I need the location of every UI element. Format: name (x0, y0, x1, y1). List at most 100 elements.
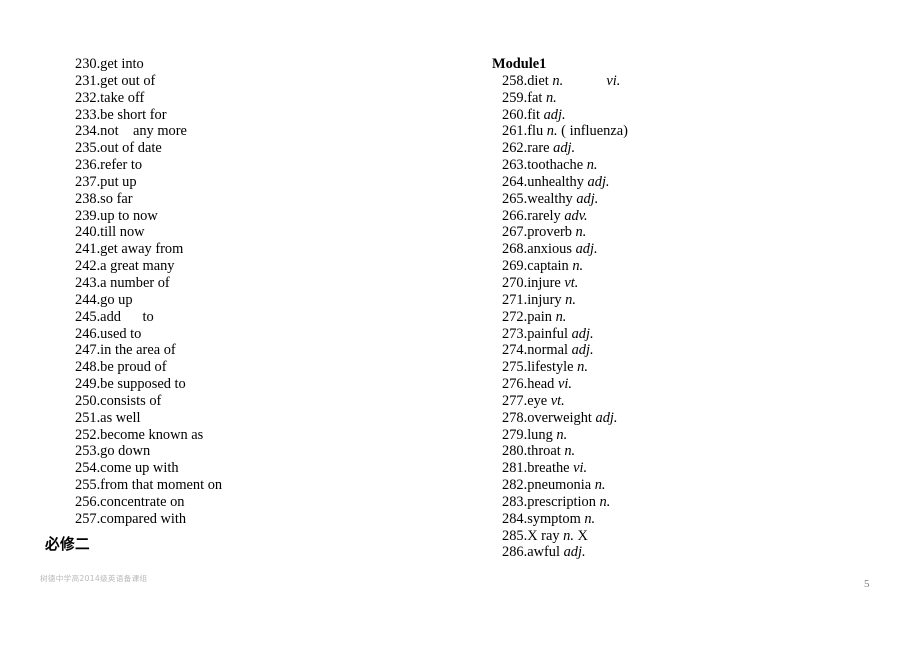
word-text: captain (527, 258, 573, 275)
word-text: diet (527, 72, 553, 89)
word-number: 282. (502, 477, 528, 494)
word-number: 270. (502, 274, 528, 291)
part-of-speech: n. (552, 72, 564, 89)
word-item: 280.throat n. (490, 443, 890, 460)
word-item: 263.toothache n. (490, 157, 890, 174)
part-of-speech: n. (563, 527, 574, 544)
word-number: 267. (502, 224, 528, 241)
word-number: 266. (502, 207, 528, 224)
word-extra: X (573, 527, 588, 544)
phrase-item: 233.be short for (75, 106, 167, 123)
word-number: 278. (502, 409, 528, 426)
word-number: 281. (502, 460, 528, 477)
part-of-speech: n. (556, 426, 568, 443)
phrase-item: 245.add to (75, 308, 154, 325)
word-number: 264. (502, 173, 528, 190)
part-of-speech: n. (577, 359, 588, 376)
document-page: 230.get into 231.get out of 232.take off 23… (0, 0, 920, 651)
phrase-item: 234.not any more (75, 123, 187, 140)
word-item: 260.fit adj. (490, 107, 890, 124)
word-number: 284. (502, 510, 528, 527)
part-of-speech: vt. (550, 392, 565, 409)
phrase-item: 256.concentrate on (75, 493, 185, 510)
phrase-item: 254.come up with (75, 460, 179, 477)
word-number: 283. (502, 493, 528, 510)
part-of-speech: n. (545, 89, 557, 106)
word-item: 270.injure vt. (490, 275, 890, 292)
word-item: 284.symptom n. (490, 511, 890, 528)
word-text: injury (527, 291, 566, 308)
word-text: head (527, 376, 558, 393)
word-text: injure (527, 274, 565, 291)
phrase-item: 257.compared with (75, 510, 187, 527)
part-of-speech: n. (586, 157, 598, 174)
word-text: overweight (527, 409, 596, 426)
word-extra (563, 73, 606, 89)
part-of-speech: vi. (573, 460, 588, 477)
word-item: 274.normal adj. (490, 342, 890, 359)
part-of-speech: n. (599, 493, 611, 510)
word-number: 274. (502, 342, 528, 359)
word-number: 265. (502, 190, 528, 207)
phrase-item: 243.a number of (75, 274, 170, 291)
phrase-item: 249.be supposed to (75, 376, 186, 393)
page-number: 5 (864, 578, 870, 590)
word-item: 259.fat n. (490, 90, 890, 107)
phrase-item: 230.get into (75, 56, 144, 72)
right-column: Module1 258.diet n. vi. 259.fat n. 260.fit… (490, 56, 890, 561)
word-number: 275. (502, 359, 528, 376)
word-number: 285. (502, 527, 528, 544)
part-of-speech: adj. (576, 190, 599, 207)
word-item: 278.overweight adj. (490, 410, 890, 427)
word-text: prescription (527, 493, 600, 510)
part-of-speech: n. (546, 123, 558, 140)
part-of-speech: adj. (543, 106, 566, 123)
word-number: 286. (502, 544, 528, 561)
word-number: 259. (502, 89, 528, 106)
word-text: symptom (527, 510, 585, 527)
word-text: breathe (527, 460, 574, 477)
phrase-item: 235.out of date (75, 140, 162, 157)
phrase-item: 250.consists of (75, 392, 162, 409)
word-text: lifestyle (527, 359, 578, 376)
word-item: 275.lifestyle n. (490, 359, 890, 376)
phrase-item: 247.in the area of (75, 342, 176, 359)
phrase-item: 251.as well (75, 409, 141, 426)
part-of-speech: adj. (587, 173, 610, 190)
phrase-item: 255.from that moment on (75, 477, 223, 494)
phrase-item: 240.till now (75, 224, 145, 241)
part-of-speech: adv. (564, 207, 588, 224)
unit-heading: 必修二 (45, 536, 90, 553)
word-item: 286.awful adj. (490, 544, 890, 561)
word-item: 273.painful adj. (490, 326, 890, 343)
word-item: 281.breathe vi. (490, 460, 890, 477)
word-text: pneumonia (527, 477, 595, 494)
word-text: rarely (527, 207, 565, 224)
word-number: 273. (502, 325, 528, 342)
footer-watermark: 树德中学高2014级英语备课组 (40, 574, 148, 583)
word-item: 276.head vi. (490, 376, 890, 393)
phrase-item: 241.get away from (75, 241, 184, 258)
part-of-speech: adj. (595, 409, 618, 426)
word-text: painful (527, 325, 572, 342)
word-text: unhealthy (527, 173, 588, 190)
part-of-speech-secondary: vi. (606, 72, 621, 89)
part-of-speech: n. (575, 224, 587, 241)
phrase-item: 244.go up (75, 291, 133, 308)
part-of-speech: vi. (557, 376, 572, 393)
word-text: rare (527, 140, 554, 157)
word-text: awful (527, 544, 564, 561)
word-item: 258.diet n. vi. (490, 73, 890, 90)
module-heading: Module1 (492, 56, 547, 72)
phrase-item: 232.take off (75, 89, 145, 106)
part-of-speech: n. (594, 477, 606, 494)
word-item: 272.pain n. (490, 309, 890, 326)
word-text: flu (527, 123, 547, 140)
word-text: fat (527, 89, 546, 106)
part-of-speech: n. (572, 258, 584, 275)
word-number: 269. (502, 258, 528, 275)
word-number: 263. (502, 157, 528, 174)
word-number: 277. (502, 392, 528, 409)
phrase-item: 253.go down (75, 443, 151, 460)
part-of-speech: adj. (553, 140, 576, 157)
